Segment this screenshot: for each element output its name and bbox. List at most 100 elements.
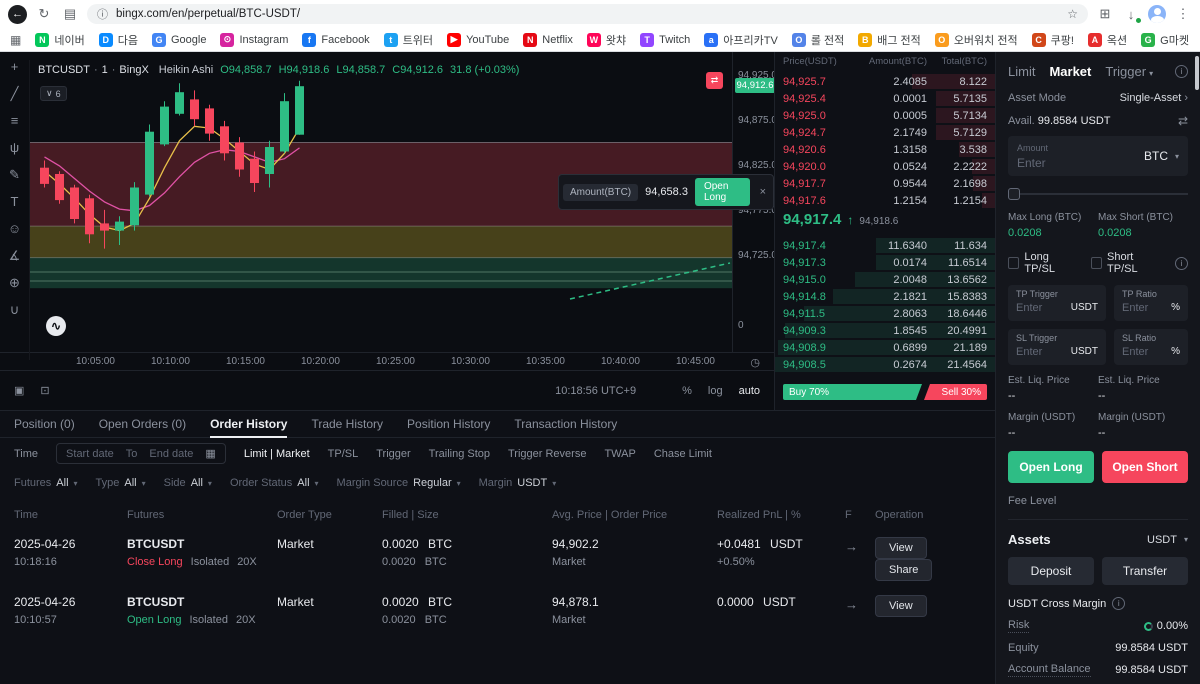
open-long-chart-button[interactable]: Open Long	[695, 178, 750, 206]
bookmark-item[interactable]: NNetflix	[523, 33, 573, 47]
amount-input[interactable]: Amount Enter BTC ▾	[1008, 136, 1188, 176]
view-button[interactable]: View	[875, 595, 927, 617]
bookmark-item[interactable]: D다음	[99, 32, 138, 48]
zoom-tool-icon[interactable]: ⊕	[9, 276, 20, 290]
legend-collapsed-count[interactable]: ∨6	[40, 86, 67, 101]
orderbook-row[interactable]: 94,914.82.182115.8383	[775, 288, 995, 305]
amount-slider[interactable]	[1008, 188, 1188, 200]
tab-trade-history[interactable]: Trade History	[311, 417, 383, 431]
orderbook-row[interactable]: 94,917.70.95442.1698	[775, 175, 995, 192]
refresh-button[interactable]: ↻	[35, 6, 53, 22]
info-icon[interactable]: i	[1175, 257, 1188, 270]
apps-grid-icon[interactable]: ▦	[10, 33, 21, 47]
filter-margin[interactable]: MarginUSDT▾	[479, 477, 557, 489]
profile-avatar[interactable]	[1148, 5, 1166, 23]
chart-clock-label[interactable]: 10:18:56 UTC+9	[555, 385, 636, 397]
tp-ratio-field[interactable]: TP RatioEnter%	[1114, 285, 1188, 321]
chart-legend[interactable]: BTCUSDT·1·BingXHeikin AshiO94,858.7H94,9…	[38, 64, 519, 76]
filter-type[interactable]: TypeAll▾	[96, 477, 146, 489]
text-tool-icon[interactable]: T	[11, 195, 19, 209]
tradingview-logo[interactable]: ∿	[46, 316, 66, 336]
orderbook-row[interactable]: 94,917.61.21541.2154	[775, 192, 995, 209]
subtab-chase-limit[interactable]: Chase Limit	[654, 448, 712, 460]
back-button[interactable]: ←	[8, 5, 27, 24]
bookmark-item[interactable]: N네이버	[35, 32, 84, 48]
bookmark-item[interactable]: ⊙Instagram	[220, 33, 288, 47]
orderbook-row[interactable]: 94,925.40.00015.7135	[775, 90, 995, 107]
tab-transaction-history[interactable]: Transaction History	[514, 417, 617, 431]
deposit-button[interactable]: Deposit	[1008, 557, 1094, 585]
bookmark-item[interactable]: t트위터	[384, 32, 433, 48]
trend-line-icon[interactable]: ╱	[11, 87, 19, 101]
page-scrollbar[interactable]	[1195, 56, 1199, 90]
sl-ratio-field[interactable]: SL RatioEnter%	[1114, 329, 1188, 365]
orderbook-row[interactable]: 94,920.00.05242.2222	[775, 158, 995, 175]
orderbook-row[interactable]: 94,917.411.634011.634	[775, 237, 995, 254]
fib-retracement-icon[interactable]: ≡	[11, 114, 19, 128]
tab-market[interactable]: Market	[1049, 64, 1091, 79]
mid-price-row[interactable]: 94,917.4 ↑ 94,918.6	[775, 211, 995, 235]
open-long-button[interactable]: Open Long	[1008, 451, 1094, 483]
auto-scale-button[interactable]: auto	[739, 385, 760, 397]
time-axis[interactable]: ◷ 10:05:0010:10:0010:15:0010:20:0010:25:…	[0, 352, 774, 370]
transfer-button[interactable]: Transfer	[1102, 557, 1188, 585]
subtab-trigger[interactable]: Trigger	[376, 448, 410, 460]
row-detail-arrow[interactable]: →	[845, 595, 875, 612]
browser-menu-icon[interactable]: ⋮	[1174, 6, 1192, 22]
row-detail-arrow[interactable]: →	[845, 537, 875, 554]
subtab-tp-sl[interactable]: TP/SL	[328, 448, 359, 460]
pitchfork-icon[interactable]: ψ	[10, 141, 19, 155]
share-button[interactable]: Share	[875, 559, 932, 581]
tab-open-orders-0[interactable]: Open Orders (0)	[99, 417, 186, 431]
panel-toggle-icon[interactable]: ▣	[14, 384, 24, 397]
tab-order-history[interactable]: Order History	[210, 417, 287, 431]
extensions-icon[interactable]: ⊞	[1096, 6, 1114, 22]
magnet-icon[interactable]: ∪	[10, 303, 20, 317]
bookmark-item[interactable]: B배그 전적	[858, 32, 921, 48]
measure-icon[interactable]: ∡	[9, 249, 21, 263]
emoji-tool-icon[interactable]: ☺	[8, 222, 21, 236]
orderbook-row[interactable]: 94,908.50.267421.4564	[775, 356, 995, 373]
percent-scale-button[interactable]: %	[682, 385, 692, 397]
orderbook-row[interactable]: 94,915.02.004813.6562	[775, 271, 995, 288]
orderbook-row[interactable]: 94,908.90.689921.189	[775, 339, 995, 356]
filter-futures[interactable]: FuturesAll▾	[14, 477, 78, 489]
transfer-arrows-icon[interactable]: ⇄	[1178, 114, 1188, 128]
view-button[interactable]: View	[875, 537, 927, 559]
tp-trigger-field[interactable]: TP TriggerEnterUSDT	[1008, 285, 1106, 321]
bookmark-item[interactable]: fFacebook	[302, 33, 369, 47]
info-icon[interactable]: i	[1112, 597, 1125, 610]
asset-mode-select[interactable]: Single-Asset›	[1120, 92, 1188, 104]
tab-position-history[interactable]: Position History	[407, 417, 490, 431]
site-info-icon[interactable]: ⓘ	[97, 6, 108, 22]
tab-trigger[interactable]: Trigger▾	[1105, 64, 1153, 79]
close-icon[interactable]: ×	[757, 186, 769, 198]
short-tpsl-checkbox[interactable]: Short TP/SL	[1091, 251, 1163, 275]
long-tpsl-checkbox[interactable]: Long TP/SL	[1008, 251, 1079, 275]
bookmark-item[interactable]: a아프리카TV	[704, 32, 778, 48]
bookmark-item[interactable]: GG마켓	[1141, 32, 1189, 48]
amount-widget-value[interactable]: 94,658.3	[645, 186, 688, 198]
orderbook-row[interactable]: 94,917.30.017411.6514	[775, 254, 995, 271]
sl-trigger-field[interactable]: SL TriggerEnterUSDT	[1008, 329, 1106, 365]
bookmark-item[interactable]: A옥션	[1088, 32, 1127, 48]
filter-margin-source[interactable]: Margin SourceRegular▾	[337, 477, 461, 489]
tab-limit[interactable]: Limit	[1008, 64, 1035, 79]
assets-currency-select[interactable]: USDT▾	[1147, 534, 1188, 546]
orderbook-row[interactable]: 94,909.31.854520.4991	[775, 322, 995, 339]
address-bar[interactable]: ⓘ bingx.com/en/perpetual/BTC-USDT/ ☆	[87, 4, 1088, 24]
maximize-icon[interactable]: ⊡	[40, 384, 49, 397]
log-scale-button[interactable]: log	[708, 385, 723, 397]
fee-level-label[interactable]: Fee Level	[1008, 495, 1188, 507]
bookmark-item[interactable]: GGoogle	[152, 33, 206, 47]
orderbook-row[interactable]: 94,925.72.40858.122	[775, 73, 995, 90]
bookmark-star-icon[interactable]: ☆	[1067, 7, 1078, 21]
orderbook-row[interactable]: 94,925.00.00055.7134	[775, 107, 995, 124]
filter-side[interactable]: SideAll▾	[164, 477, 212, 489]
bookmark-item[interactable]: W왓챠	[587, 32, 626, 48]
subtab-trailing-stop[interactable]: Trailing Stop	[429, 448, 490, 460]
downloads-icon[interactable]: ↓	[1122, 7, 1140, 22]
slider-handle[interactable]	[1008, 188, 1020, 200]
bookmark-item[interactable]: O오버워치 전적	[935, 32, 1018, 48]
bookmark-item[interactable]: ▶YouTube	[447, 33, 509, 47]
